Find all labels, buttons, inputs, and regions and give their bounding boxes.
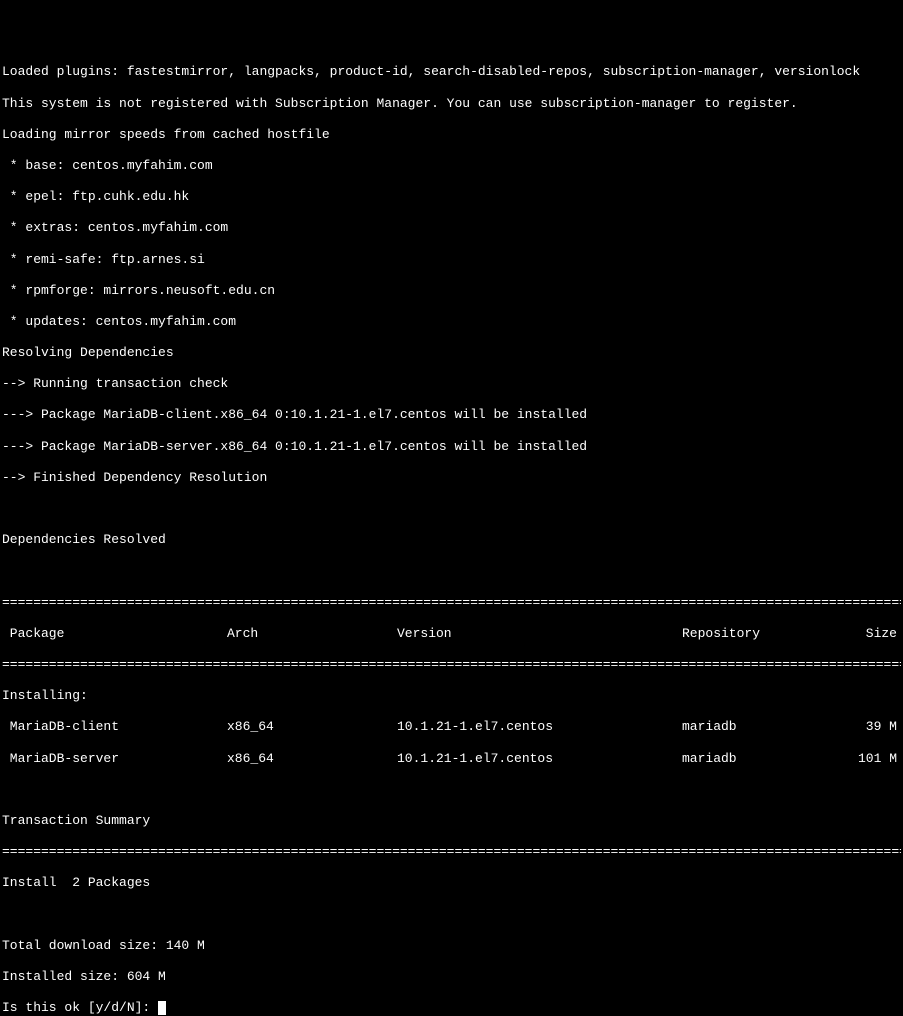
divider-line: ========================================… bbox=[2, 595, 901, 611]
cell-package: MariaDB-server bbox=[2, 751, 227, 767]
cell-repository: mariadb bbox=[682, 719, 852, 735]
table-row: MariaDB-client x86_64 10.1.21-1.el7.cent… bbox=[2, 719, 901, 735]
mirror-line: * base: centos.myfahim.com bbox=[2, 158, 901, 174]
header-version: Version bbox=[397, 626, 682, 642]
divider-line: ========================================… bbox=[2, 844, 901, 860]
install-count-line: Install 2 Packages bbox=[2, 875, 901, 891]
transaction-summary-label: Transaction Summary bbox=[2, 813, 901, 829]
confirm-prompt-line[interactable]: Is this ok [y/d/N]: bbox=[2, 1000, 901, 1016]
header-size: Size bbox=[852, 626, 897, 642]
confirm-prompt-text: Is this ok [y/d/N]: bbox=[2, 1000, 158, 1015]
loaded-plugins-line: Loaded plugins: fastestmirror, langpacks… bbox=[2, 64, 901, 80]
mirror-line: * remi-safe: ftp.arnes.si bbox=[2, 252, 901, 268]
header-arch: Arch bbox=[227, 626, 397, 642]
mirror-line: * rpmforge: mirrors.neusoft.edu.cn bbox=[2, 283, 901, 299]
running-check-line: --> Running transaction check bbox=[2, 376, 901, 392]
mirror-line: * epel: ftp.cuhk.edu.hk bbox=[2, 189, 901, 205]
download-size-line: Total download size: 140 M bbox=[2, 938, 901, 954]
cell-version: 10.1.21-1.el7.centos bbox=[397, 719, 682, 735]
blank-line bbox=[2, 563, 901, 579]
installed-size-line: Installed size: 604 M bbox=[2, 969, 901, 985]
loading-mirrors-line: Loading mirror speeds from cached hostfi… bbox=[2, 127, 901, 143]
cell-size: 101 M bbox=[852, 751, 897, 767]
header-package: Package bbox=[2, 626, 227, 642]
table-row: MariaDB-server x86_64 10.1.21-1.el7.cent… bbox=[2, 751, 901, 767]
cell-version: 10.1.21-1.el7.centos bbox=[397, 751, 682, 767]
cursor-icon bbox=[158, 1001, 166, 1015]
installing-label: Installing: bbox=[2, 688, 901, 704]
finished-resolution-line: --> Finished Dependency Resolution bbox=[2, 470, 901, 486]
package-install-line: ---> Package MariaDB-server.x86_64 0:10.… bbox=[2, 439, 901, 455]
mirror-line: * extras: centos.myfahim.com bbox=[2, 220, 901, 236]
resolving-deps-line: Resolving Dependencies bbox=[2, 345, 901, 361]
blank-line bbox=[2, 501, 901, 517]
blank-line bbox=[2, 906, 901, 922]
cell-repository: mariadb bbox=[682, 751, 852, 767]
cell-size: 39 M bbox=[852, 719, 897, 735]
subscription-warning-line: This system is not registered with Subsc… bbox=[2, 96, 901, 112]
cell-package: MariaDB-client bbox=[2, 719, 227, 735]
header-repository: Repository bbox=[682, 626, 852, 642]
cell-arch: x86_64 bbox=[227, 719, 397, 735]
cell-arch: x86_64 bbox=[227, 751, 397, 767]
mirror-line: * updates: centos.myfahim.com bbox=[2, 314, 901, 330]
blank-line bbox=[2, 782, 901, 798]
deps-resolved-line: Dependencies Resolved bbox=[2, 532, 901, 548]
divider-line: ========================================… bbox=[2, 657, 901, 673]
package-install-line: ---> Package MariaDB-client.x86_64 0:10.… bbox=[2, 407, 901, 423]
table-header-row: Package Arch Version Repository Size bbox=[2, 626, 901, 642]
